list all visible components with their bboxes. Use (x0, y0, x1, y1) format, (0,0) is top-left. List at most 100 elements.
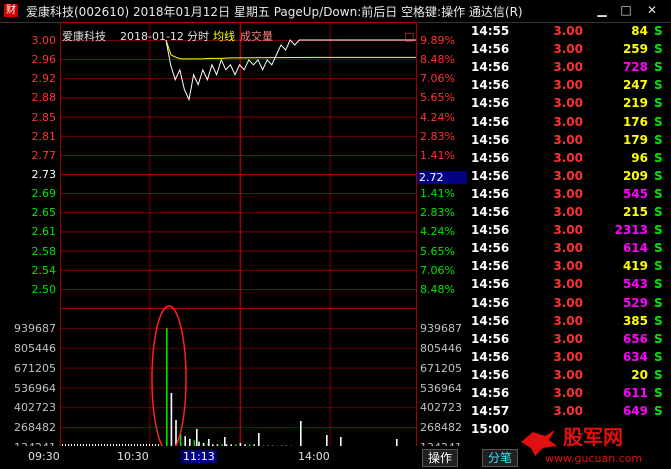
chart-mode: 分时 (187, 30, 209, 43)
tick-vol: 385 (622, 313, 648, 328)
tick-vol: 219 (622, 96, 648, 111)
volume-bar (189, 438, 191, 446)
tick-side: S (654, 277, 663, 292)
watermark-text: 股军网 (563, 425, 623, 449)
tick-price: 3.00 (553, 205, 583, 219)
tick-row: 14:56 3.00 209 S (468, 168, 671, 186)
pct-axis-label: 4.24% (420, 110, 455, 124)
tick-vol: 419 (622, 259, 648, 274)
volume-axis-label: 402723 (420, 401, 462, 415)
window-title: 爱康科技(002610) 2018年01月12日 星期五 PageUp/Down… (26, 5, 523, 19)
cursor-price-label: 2.72 (419, 171, 444, 184)
time-axis-label: 10:30 (117, 450, 149, 463)
title-bar: 财 爱康科技(002610) 2018年01月12日 星期五 PageUp/Do… (0, 0, 671, 23)
tick-price: 3.00 (553, 114, 583, 129)
chart-frame (60, 22, 417, 446)
tick-vol: 529 (622, 295, 648, 310)
tick-side: S (654, 404, 663, 419)
price-axis-label: 2.50 (31, 282, 57, 296)
volume-axis-label: 536964 (420, 381, 462, 395)
tick-row: 14:56 3.00 419 S (468, 258, 671, 276)
close-icon[interactable]: ✕ (643, 2, 661, 18)
tick-time: 14:56 (471, 186, 510, 201)
price-axis-label: 2.92 (31, 72, 57, 86)
tick-price: 3.00 (553, 277, 583, 292)
tick-time: 14:56 (471, 150, 510, 165)
tick-time: 14:56 (471, 386, 510, 400)
tick-price: 3.00 (553, 313, 583, 328)
tick-side: S (654, 259, 663, 274)
pct-axis-label: 7.06% (420, 72, 455, 86)
price-axis-label: 2.61 (31, 225, 57, 239)
tick-vol: 209 (622, 168, 648, 183)
tick-time: 14:56 (471, 277, 510, 292)
tick-side: S (654, 367, 663, 382)
tick-vol: 614 (622, 241, 648, 256)
tick-time: 14:56 (471, 132, 510, 147)
price-axis-label: 2.85 (31, 110, 57, 124)
tick-row: 14:55 3.00 84 S (468, 23, 671, 41)
volume-axis-label: 805446 (14, 341, 56, 355)
minimize-icon[interactable]: ▁ (593, 2, 611, 18)
tick-price: 3.00 (553, 223, 583, 238)
tick-price: 3.00 (553, 241, 583, 256)
tick-row: 14:56 3.00 96 S (468, 150, 671, 168)
price-axis-label: 2.69 (31, 187, 57, 201)
tick-time: 14:55 (471, 24, 510, 38)
tab-tick[interactable]: 分笔 (482, 449, 518, 467)
chart-checkbox-icon[interactable]: □ (404, 30, 414, 43)
tab-operate[interactable]: 操作 (422, 449, 458, 467)
tick-time: 15:00 (471, 422, 510, 437)
tick-time: 14:56 (471, 78, 510, 93)
tick-row: 14:56 3.00 179 S (468, 132, 671, 150)
tick-price: 3.00 (553, 186, 583, 201)
tick-side: S (654, 42, 663, 57)
tick-side: S (654, 96, 663, 111)
avg-line-label: 均线 (213, 30, 235, 43)
tick-row: 14:56 3.00 543 S (468, 276, 671, 294)
volume-axis-label: 671205 (420, 361, 462, 375)
tick-time: 14:56 (471, 168, 510, 183)
tick-vol: 2313 (614, 223, 648, 238)
price-axis-label: 3.00 (31, 34, 57, 47)
maximize-icon[interactable]: □ (617, 2, 635, 18)
tick-price: 3.00 (553, 168, 583, 183)
tick-side: S (654, 295, 663, 310)
pct-axis-label: 7.06% (420, 263, 455, 277)
price-axis-label: 2.88 (31, 91, 57, 105)
pct-axis-label: 8.48% (420, 282, 455, 296)
tick-vol: 728 (622, 60, 648, 75)
pct-axis-label: 1.41% (420, 148, 455, 162)
tick-time: 14:56 (471, 60, 510, 75)
volume-axis-label: 939687 (420, 322, 462, 335)
volume-axis-label: 268482 (14, 421, 56, 435)
tick-vol: 247 (622, 78, 648, 93)
tick-vol: 84 (631, 24, 648, 38)
volume-bar (340, 437, 342, 446)
tick-row: 14:56 3.00 656 S (468, 331, 671, 349)
pct-axis-label: 2.83% (420, 206, 455, 220)
tick-side: S (654, 78, 663, 93)
tick-price: 3.00 (553, 367, 583, 382)
tick-price: 3.00 (553, 404, 583, 419)
tick-side: S (654, 241, 663, 256)
tick-row: 14:56 3.00 215 S (468, 204, 671, 222)
tick-time: 14:56 (471, 223, 510, 238)
tick-side: S (654, 24, 663, 38)
tick-vol: 611 (622, 386, 648, 400)
intraday-chart[interactable] (0, 22, 468, 446)
price-axis-label: 2.81 (31, 129, 57, 143)
tick-side: S (654, 349, 663, 364)
volume-axis-label: 402723 (14, 401, 56, 415)
tick-row: 14:56 3.00 20 S (468, 367, 671, 385)
tick-price: 3.00 (553, 331, 583, 346)
tick-row: 14:56 3.00 219 S (468, 95, 671, 113)
volume-bar (224, 437, 226, 446)
tick-vol: 543 (622, 277, 648, 292)
tick-vol: 545 (622, 186, 648, 201)
tick-list[interactable]: 14:55 3.00 84 S 14:56 3.00 259 S 14:56 3.00 728 S 14… (468, 22, 671, 446)
volume-bar (175, 420, 177, 446)
tick-price: 3.00 (553, 295, 583, 310)
volume-axis-label: 536964 (14, 381, 56, 395)
tick-price: 3.00 (553, 259, 583, 274)
